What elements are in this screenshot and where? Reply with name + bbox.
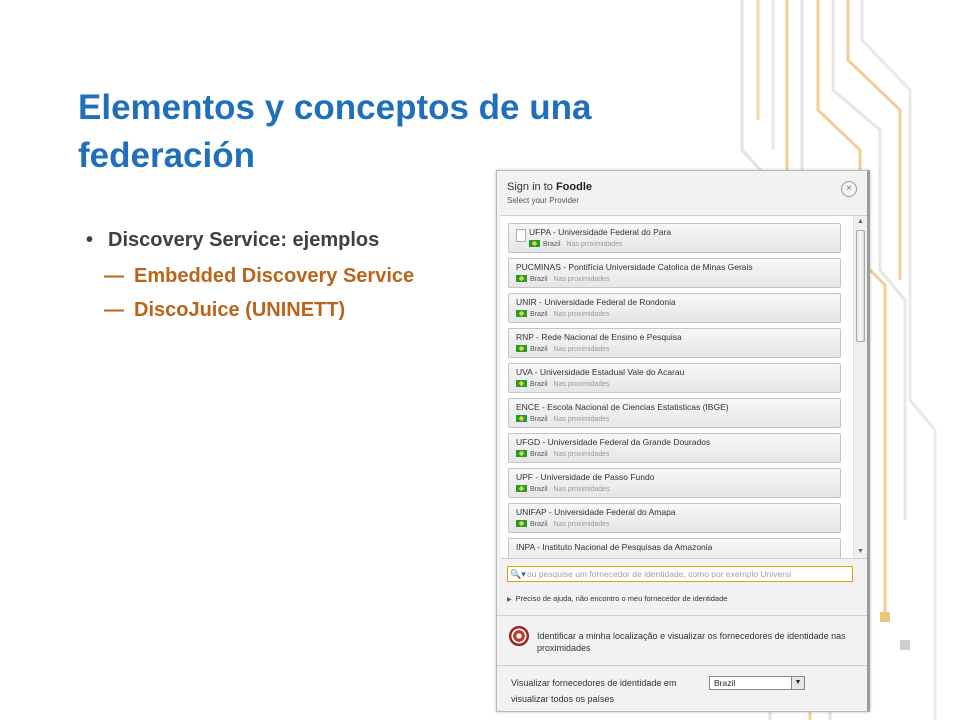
sub-item-embedded-ds: — Embedded Discovery Service	[104, 262, 414, 290]
provider-name: UNIFAP - Universidade Federal do Amapa	[516, 507, 676, 517]
provider-meta: Brazil Nas proximidades	[516, 415, 610, 423]
list-item-ence[interactable]: ENCE - Escola Nacional de Ciencias Estat…	[508, 398, 841, 428]
slide-title: Elementos y conceptos de una federación	[78, 84, 638, 180]
provider-country: Brazil	[530, 521, 548, 528]
flag-icon	[516, 345, 527, 352]
search-input[interactable]	[527, 568, 849, 580]
sub-item-text: Embedded Discovery Service	[134, 265, 415, 287]
list-item-inpa[interactable]: INPA - Instituto Nacional de Pesquisas d…	[508, 538, 841, 558]
provider-country: Brazil	[530, 416, 548, 423]
list-item-unir[interactable]: UNIR - Universidade Federal de Rondonia …	[508, 293, 841, 323]
provider-meta: Brazil Nas proximidades	[516, 520, 610, 528]
provider-meta: Brazil Nas proximidades	[529, 240, 623, 248]
target-location-icon[interactable]	[509, 626, 529, 646]
provider-name: UVA - Universidade Estadual Vale do Acar…	[516, 367, 685, 377]
provider-near: Nas proximidades	[553, 451, 610, 458]
provider-meta: Brazil Nas proximidades	[516, 310, 610, 318]
provider-near: Nas proximidades	[553, 346, 610, 353]
provider-name: UPF - Universidade de Passo Fundo	[516, 472, 655, 482]
search-icon[interactable]: 🔍▾	[510, 568, 526, 580]
close-icon[interactable]: ×	[841, 181, 857, 197]
flag-icon	[516, 310, 527, 317]
chevron-down-icon[interactable]: ▼	[791, 677, 804, 689]
flag-icon	[529, 240, 540, 247]
list-scrollbar[interactable]: ▲ ▼	[853, 216, 867, 558]
provider-meta: Brazil Nas proximidades	[516, 275, 610, 283]
list-item-ufpa[interactable]: UFPA - Universidade Federal do Para Braz…	[508, 223, 841, 253]
bullet-list: • Discovery Service: ejemplos — Embedded …	[86, 226, 414, 324]
dialog-header: Sign in to Foodle Select your Provider	[507, 181, 592, 205]
provider-near: Nas proximidades	[553, 416, 610, 423]
provider-name: UNIR - Universidade Federal de Rondonia	[516, 297, 676, 307]
provider-country: Brazil	[530, 346, 548, 353]
bullet-dot: •	[86, 229, 94, 251]
help-link[interactable]: ▶ Preciso de ajuda, não encontro o meu fo…	[507, 594, 727, 603]
provider-name: PUCMINAS - Pontifícia Universidade Catol…	[516, 262, 753, 272]
bullet-item: • Discovery Service: ejemplos	[86, 226, 414, 254]
scroll-down-icon[interactable]: ▼	[854, 546, 867, 558]
provider-near: Nas proximidades	[553, 521, 610, 528]
provider-meta: Brazil Nas proximidades	[516, 345, 610, 353]
list-item-unifap[interactable]: UNIFAP - Universidade Federal do Amapa B…	[508, 503, 841, 533]
provider-country: Brazil	[530, 381, 548, 388]
list-item-upf[interactable]: UPF - Universidade de Passo Fundo Brazil…	[508, 468, 841, 498]
country-filter-label: Visualizar fornecedores de identidade em	[511, 678, 677, 688]
provider-near: Nas proximidades	[553, 311, 610, 318]
scroll-thumb[interactable]	[856, 230, 865, 342]
scroll-up-icon[interactable]: ▲	[854, 216, 867, 228]
provider-name: UFGD - Universidade Federal da Grande Do…	[516, 437, 711, 447]
sub-item-text: DiscoJuice (UNINETT)	[134, 299, 346, 321]
dialog-subtitle: Select your Provider	[507, 196, 580, 205]
provider-name: INPA - Instituto Nacional de Pesquisas d…	[516, 542, 713, 552]
dialog-title-prefix: Sign in to	[507, 181, 553, 193]
list-item-pucminas[interactable]: PUCMINAS - Pontifícia Universidade Catol…	[508, 258, 841, 288]
provider-name: ENCE - Escola Nacional de Ciencias Estat…	[516, 402, 729, 412]
sub-item-dash: —	[104, 299, 124, 321]
search-box[interactable]: 🔍▾	[507, 566, 853, 582]
sub-item-discojuice: — DiscoJuice (UNINETT)	[104, 296, 414, 324]
provider-near: Nas proximidades	[553, 381, 610, 388]
expand-triangle-icon: ▶	[507, 597, 512, 603]
provider-meta: Brazil Nas proximidades	[516, 450, 610, 458]
show-all-countries-link[interactable]: visualizar todos os países	[511, 694, 614, 704]
provider-list[interactable]: UFPA - Universidade Federal do Para Braz…	[501, 215, 867, 559]
bullet-text: Discovery Service: ejemplos	[108, 229, 380, 251]
list-item-uva[interactable]: UVA - Universidade Estadual Vale do Acar…	[508, 363, 841, 393]
provider-near: Nas proximidades	[553, 276, 610, 283]
dialog-title-app: Foodle	[555, 181, 592, 193]
flag-icon	[516, 275, 527, 282]
sub-item-dash: —	[104, 265, 124, 287]
provider-country: Brazil	[530, 451, 548, 458]
provider-near: Nas proximidades	[553, 486, 610, 493]
list-item-ufgd[interactable]: UFGD - Universidade Federal da Grande Do…	[508, 433, 841, 463]
divider	[497, 665, 867, 666]
provider-country: Brazil	[543, 241, 561, 248]
provider-country: Brazil	[530, 486, 548, 493]
list-item-rnp[interactable]: RNP - Rede Nacional de Ensino e Pesquisa…	[508, 328, 841, 358]
provider-country: Brazil	[530, 276, 548, 283]
discojuice-dialog: Sign in to Foodle Select your Provider ×…	[496, 170, 870, 712]
provider-country: Brazil	[530, 311, 548, 318]
divider	[497, 615, 867, 616]
checkbox-icon	[516, 229, 526, 242]
flag-icon	[516, 415, 527, 422]
flag-icon	[516, 450, 527, 457]
provider-name: RNP - Rede Nacional de Ensino e Pesquisa	[516, 332, 682, 342]
provider-meta: Brazil Nas proximidades	[516, 485, 610, 493]
provider-name: UFPA - Universidade Federal do Para	[529, 227, 672, 237]
country-select-value: Brazil	[714, 678, 736, 688]
help-link-text: Preciso de ajuda, não encontro o meu for…	[515, 594, 728, 603]
flag-icon	[516, 380, 527, 387]
country-select[interactable]: Brazil ▼	[709, 676, 805, 690]
provider-near: Nas proximidades	[566, 241, 623, 248]
slide-title-line1: Elementos y conceptos de una	[78, 88, 592, 127]
flag-icon	[516, 485, 527, 492]
locate-link[interactable]: Identificar a minha localização e visual…	[537, 630, 857, 654]
flag-icon	[516, 520, 527, 527]
dialog-title: Sign in to Foodle	[507, 181, 592, 193]
provider-meta: Brazil Nas proximidades	[516, 380, 610, 388]
